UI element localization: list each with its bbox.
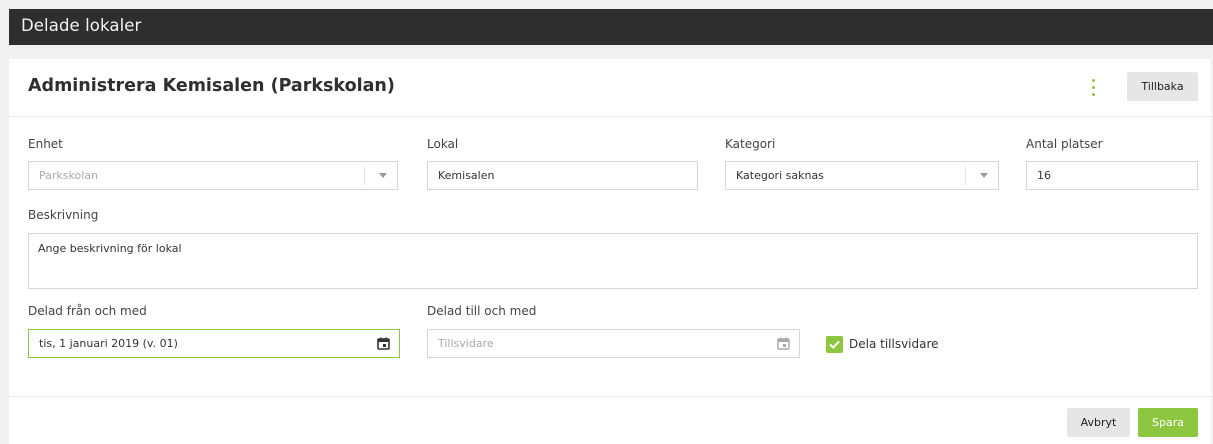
delad-till-label: Delad till och med [427,304,537,318]
dela-tillsvidare-label[interactable]: Dela tillsvidare [849,337,939,351]
kategori-value: Kategori saknas [736,169,824,182]
footer-divider [9,396,1211,397]
delad-fran-value: tis, 1 januari 2019 (v. 01) [39,337,178,350]
calendar-icon[interactable] [377,337,390,350]
kategori-label: Kategori [725,137,776,151]
edit-room-card: Administrera Kemisalen (Parkskolan) Till… [9,59,1211,444]
delad-fran-label: Delad från och med [28,304,147,318]
checkmark-icon [829,340,840,349]
cancel-button[interactable]: Avbryt [1067,408,1130,437]
delad-fran-input[interactable]: tis, 1 januari 2019 (v. 01) [28,329,400,358]
delad-till-input[interactable]: Tillsvidare [427,329,800,358]
card-header: Administrera Kemisalen (Parkskolan) Till… [9,59,1211,117]
page-title: Administrera Kemisalen (Parkskolan) [28,76,395,96]
delad-till-placeholder: Tillsvidare [438,337,494,350]
app-title: Delade lokaler [21,16,142,35]
kategori-select[interactable]: Kategori saknas [725,161,999,190]
back-button[interactable]: Tillbaka [1127,72,1198,101]
chevron-down-icon [379,173,387,178]
app-titlebar: Delade lokaler [9,9,1213,45]
enhet-value: Parkskolan [39,169,98,182]
select-divider [965,166,966,185]
more-options-icon[interactable] [1089,77,1099,99]
chevron-down-icon [980,173,988,178]
enhet-label: Enhet [28,137,63,151]
beskrivning-textarea[interactable]: Ange beskrivning för lokal [28,233,1198,289]
lokal-label: Lokal [427,137,459,151]
beskrivning-placeholder: Ange beskrivning för lokal [38,242,182,255]
beskrivning-label: Beskrivning [28,208,99,222]
antal-platser-input[interactable] [1026,161,1198,190]
antal-platser-label: Antal platser [1026,137,1103,151]
enhet-select[interactable]: Parkskolan [28,161,398,190]
lokal-input[interactable] [427,161,698,190]
calendar-icon[interactable] [777,337,790,350]
select-divider [364,166,365,185]
save-button[interactable]: Spara [1138,408,1198,437]
dela-tillsvidare-checkbox[interactable] [826,336,843,353]
